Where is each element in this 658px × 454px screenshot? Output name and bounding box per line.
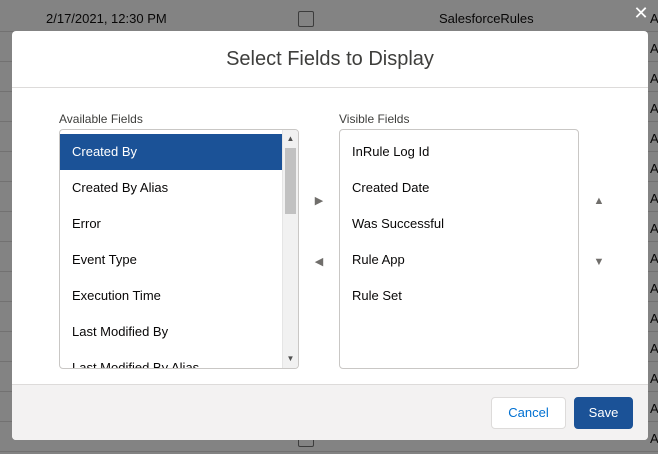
available-field-option[interactable]: Created By [60, 134, 282, 170]
scroll-down-icon[interactable]: ▼ [283, 352, 298, 366]
visible-field-option[interactable]: InRule Log Id [340, 134, 578, 170]
visible-field-option[interactable]: Rule Set [340, 278, 578, 314]
available-fields-label: Available Fields [59, 112, 143, 126]
select-fields-modal: Select Fields to Display Available Field… [12, 31, 648, 440]
modal-title: Select Fields to Display [226, 47, 434, 70]
available-field-option[interactable]: Last Modified By Alias [60, 350, 282, 368]
save-button[interactable]: Save [574, 397, 633, 429]
available-field-option[interactable]: Created By Alias [60, 170, 282, 206]
move-up-icon[interactable]: ▲ [591, 193, 607, 209]
move-down-icon[interactable]: ▼ [591, 254, 607, 270]
available-field-option[interactable]: Execution Time [60, 278, 282, 314]
visible-field-option[interactable]: Created Date [340, 170, 578, 206]
visible-field-option[interactable]: Rule App [340, 242, 578, 278]
modal-footer: Cancel Save [12, 384, 648, 440]
visible-fields-listbox[interactable]: InRule Log Id Created Date Was Successful R… [339, 129, 579, 369]
available-fields-listbox[interactable]: Created By Created By Alias Error Event Typ… [59, 129, 299, 369]
visible-field-option[interactable]: Was Successful [340, 206, 578, 242]
scroll-up-icon[interactable]: ▲ [283, 132, 298, 146]
available-field-option[interactable]: Event Type [60, 242, 282, 278]
available-field-option[interactable]: Last Modified By [60, 314, 282, 350]
visible-fields-label: Visible Fields [339, 112, 410, 126]
move-right-icon[interactable]: ▶ [311, 193, 327, 209]
modal-header: Select Fields to Display [12, 31, 648, 88]
available-field-option[interactable]: Error [60, 206, 282, 242]
close-icon[interactable]: ✕ [632, 4, 650, 22]
move-left-icon[interactable]: ◀ [311, 254, 327, 270]
visible-fields-items: InRule Log Id Created Date Was Successful R… [340, 130, 578, 314]
available-fields-items: Created By Created By Alias Error Event Typ… [60, 130, 282, 368]
modal-body: Available Fields Created By Created By Al… [12, 88, 648, 384]
cancel-button[interactable]: Cancel [491, 397, 566, 429]
available-fields-scrollbar[interactable]: ▲ ▼ [282, 130, 298, 368]
scroll-thumb[interactable] [285, 148, 296, 214]
